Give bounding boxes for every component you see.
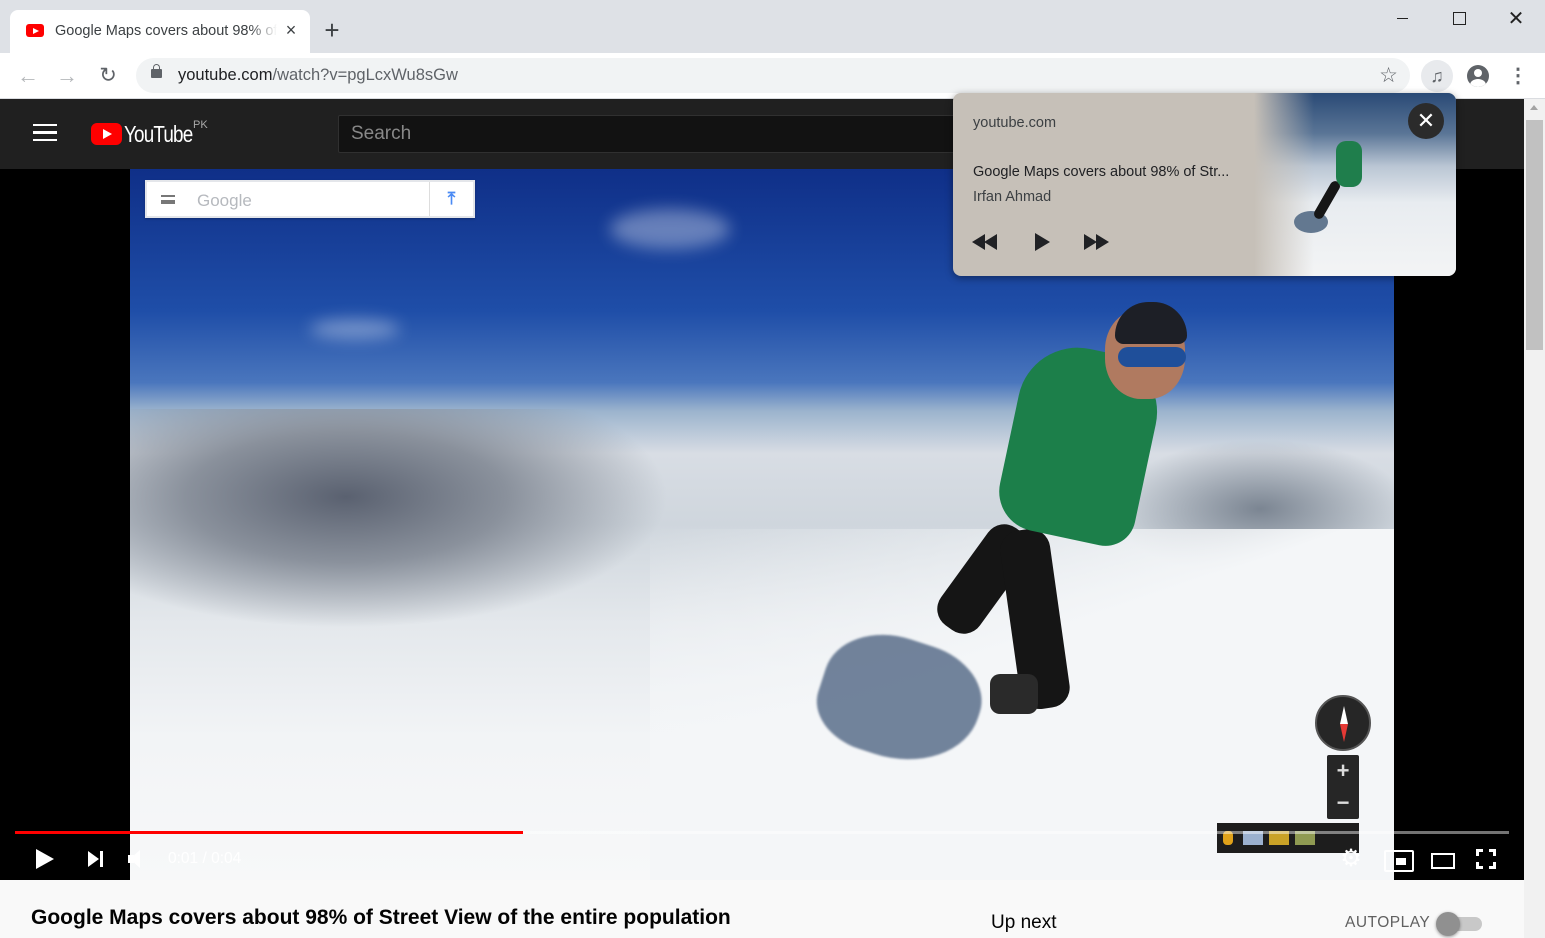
zoom-out-icon: − xyxy=(1336,790,1350,815)
scroll-up-icon[interactable] xyxy=(1530,105,1538,110)
page-scrollbar[interactable] xyxy=(1524,99,1545,938)
miniplayer-button[interactable] xyxy=(1382,843,1414,875)
url-host: youtube.com xyxy=(178,66,273,84)
profile-button[interactable] xyxy=(1462,60,1494,92)
search-box[interactable] xyxy=(338,115,978,153)
progress-bar[interactable] xyxy=(15,831,1509,834)
maps-zoom-control: + − xyxy=(1327,755,1359,819)
youtube-play-logo-icon xyxy=(91,123,122,145)
url-text[interactable]: youtube.com/watch?v=pgLcxWu8sGw xyxy=(178,66,458,85)
maps-search-label: Google xyxy=(197,191,252,210)
media-artist: Irfan Ahmad xyxy=(973,189,1052,205)
tab-title: Google Maps covers about 98% of Street V… xyxy=(55,23,277,39)
video-title: Google Maps covers about 98% of Street V… xyxy=(31,906,731,929)
lock-icon[interactable] xyxy=(151,64,162,78)
media-control-button[interactable]: ♫ xyxy=(1421,60,1453,92)
guide-menu-button[interactable] xyxy=(33,124,57,142)
media-popup-close-button[interactable]: ✕ xyxy=(1408,103,1444,139)
progress-fill xyxy=(15,831,523,834)
avatar-icon xyxy=(1467,65,1489,87)
window-maximize-button[interactable] xyxy=(1430,0,1488,38)
close-icon: ✕ xyxy=(1507,8,1525,30)
mute-button[interactable] xyxy=(124,843,150,875)
url-path: /watch?v=pgLcxWu8sGw xyxy=(272,66,458,84)
window-close-button[interactable]: ✕ xyxy=(1487,0,1545,38)
settings-gear-icon[interactable]: ⚙ xyxy=(1337,843,1365,875)
youtube-favicon-icon xyxy=(26,24,44,37)
media-play-button[interactable] xyxy=(1033,229,1067,255)
forward-button[interactable]: → xyxy=(52,61,82,91)
media-controls-popup: youtube.com Google Maps covers about 98%… xyxy=(953,93,1456,276)
youtube-wordmark: YouTube xyxy=(124,121,193,147)
media-origin: youtube.com xyxy=(973,115,1057,131)
directions-icon: ⤒ xyxy=(429,182,473,216)
country-code: PK xyxy=(193,119,208,131)
theater-mode-button[interactable] xyxy=(1428,843,1455,875)
time-display: 0:01 / 0:04 xyxy=(168,850,242,867)
tab-strip: Google Maps covers about 98% of Street V… xyxy=(0,0,1545,53)
new-tab-button[interactable]: + xyxy=(318,16,346,44)
zoom-in-icon: + xyxy=(1336,758,1350,783)
maps-menu-icon xyxy=(161,195,175,204)
browser-menu-button[interactable]: ⋮ xyxy=(1502,60,1534,92)
scroll-thumb[interactable] xyxy=(1526,120,1543,350)
play-button[interactable] xyxy=(30,843,58,875)
address-bar[interactable]: youtube.com/watch?v=pgLcxWu8sGw ☆ xyxy=(136,58,1410,93)
fullscreen-button[interactable] xyxy=(1472,843,1500,875)
seek-backward-button[interactable] xyxy=(969,229,1003,255)
window-minimize-button[interactable] xyxy=(1373,0,1431,38)
autoplay-toggle[interactable] xyxy=(1436,912,1484,936)
search-input[interactable] xyxy=(339,116,977,152)
media-title: Google Maps covers about 98% of Str... xyxy=(973,164,1230,180)
browser-tab[interactable]: Google Maps covers about 98% of Street V… xyxy=(10,10,310,53)
seek-forward-button[interactable] xyxy=(1081,229,1115,255)
compass-icon xyxy=(1315,695,1371,751)
close-tab-icon[interactable]: × xyxy=(282,21,300,39)
bookmark-star-icon[interactable]: ☆ xyxy=(1379,63,1398,88)
reload-button[interactable]: ↻ xyxy=(93,61,123,91)
autoplay-label: AUTOPLAY xyxy=(1345,914,1431,931)
maps-search-overlay: Google ⤒ xyxy=(145,180,475,218)
back-button[interactable]: ← xyxy=(13,61,43,91)
up-next-heading: Up next xyxy=(991,912,1057,933)
next-button[interactable] xyxy=(84,843,108,875)
